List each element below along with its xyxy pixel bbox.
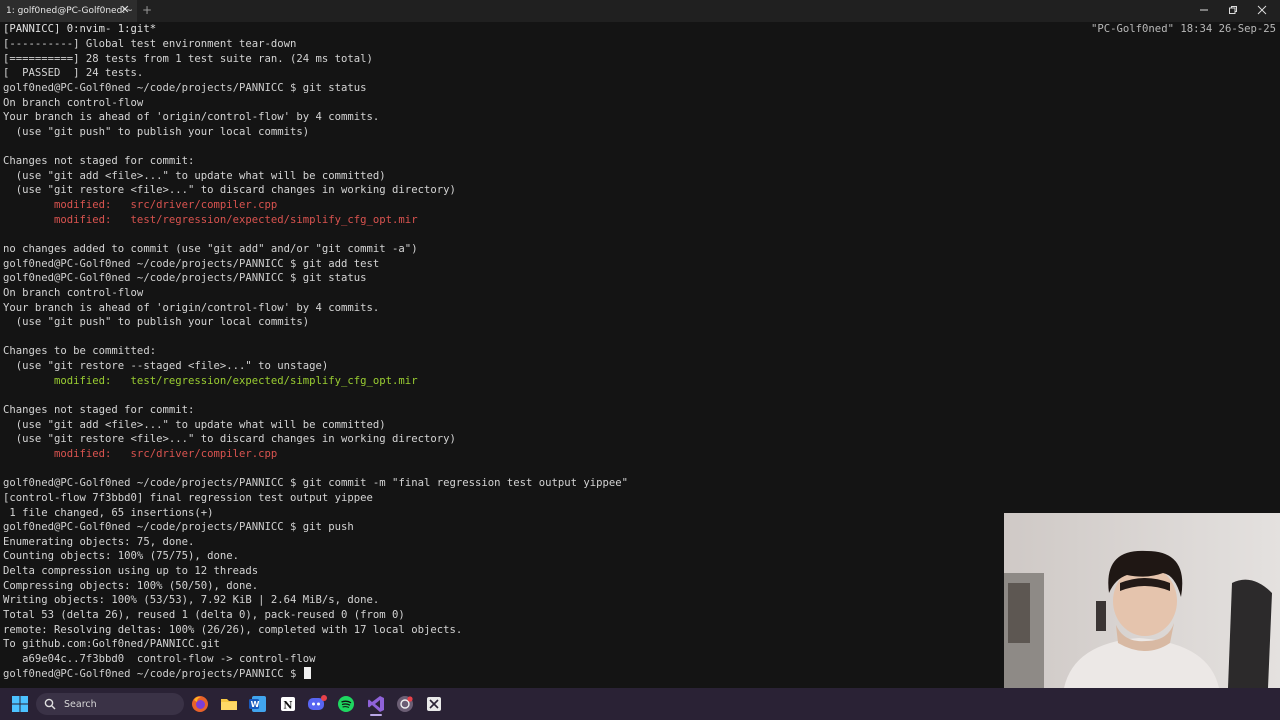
output-line: Changes not staged for commit: xyxy=(3,404,195,417)
shell-command: git add test xyxy=(296,257,380,270)
shell-command: git status xyxy=(296,272,367,285)
shell-command: git push xyxy=(296,521,354,534)
modified-file-line: modified: test/regression/expected/simpl… xyxy=(3,213,418,226)
terminal-output[interactable]: [----------] Global test environment tea… xyxy=(3,37,1003,681)
prompt-line: golf0ned@PC-Golf0ned ~/code/projects/PAN… xyxy=(3,666,1003,682)
shell-command: git status xyxy=(296,81,367,94)
search-icon xyxy=(44,698,56,710)
restore-icon[interactable] xyxy=(1219,2,1247,18)
prompt-line: golf0ned@PC-Golf0ned ~/code/projects/PAN… xyxy=(3,81,1003,96)
output-line: (use "git restore --staged <file>..." to… xyxy=(3,360,329,373)
spotify-icon[interactable] xyxy=(334,692,358,716)
shell-prompt: golf0ned@PC-Golf0ned ~/code/projects/PAN… xyxy=(3,477,297,490)
active-app-indicator xyxy=(370,714,382,716)
modified-file-line: modified: src/driver/compiler.cpp xyxy=(3,199,278,212)
window-titlebar: 1: golf0ned@PC-Golf0ned:~ ✕ + xyxy=(0,0,1280,22)
snipping-tool-icon[interactable] xyxy=(422,692,446,716)
discord-icon[interactable] xyxy=(305,692,329,716)
windows-start-icon[interactable] xyxy=(8,692,32,716)
output-line: (use "git restore <file>..." to discard … xyxy=(3,433,456,446)
close-window-icon[interactable] xyxy=(1248,2,1276,18)
output-line: 1 file changed, 65 insertions(+) xyxy=(3,506,214,519)
output-line: Total 53 (delta 26), reused 1 (delta 0),… xyxy=(3,608,405,621)
output-line: Your branch is ahead of 'origin/control-… xyxy=(3,111,380,124)
output-line: no changes added to commit (use "git add… xyxy=(3,242,418,255)
taskbar-search-box[interactable]: Search xyxy=(36,693,184,715)
prompt-line: golf0ned@PC-Golf0ned ~/code/projects/PAN… xyxy=(3,271,1003,286)
shell-prompt: golf0ned@PC-Golf0ned ~/code/projects/PAN… xyxy=(3,272,297,285)
webcam-image xyxy=(1004,513,1280,688)
output-line: Counting objects: 100% (75/75), done. xyxy=(3,550,239,563)
output-line: Compressing objects: 100% (50/50), done. xyxy=(3,579,259,592)
shell-command xyxy=(296,668,302,680)
output-line: (use "git add <file>..." to update what … xyxy=(3,169,386,182)
tab-title: 1: golf0ned@PC-Golf0ned:~ xyxy=(6,6,133,16)
file-explorer-icon[interactable] xyxy=(217,692,241,716)
git-icon[interactable] xyxy=(393,692,417,716)
modified-file-line: modified: test/regression/expected/simpl… xyxy=(3,374,418,387)
tmux-session-windows: [PANNICC] 0:nvim- 1:git* xyxy=(3,23,157,35)
output-line: [ PASSED ] 24 tests. xyxy=(3,67,144,80)
prompt-line: golf0ned@PC-Golf0ned ~/code/projects/PAN… xyxy=(3,476,1003,491)
tab-close-icon[interactable]: ✕ xyxy=(118,3,132,17)
output-line: (use "git restore <file>..." to discard … xyxy=(3,184,456,197)
notion-icon[interactable]: N xyxy=(276,692,300,716)
shell-prompt: golf0ned@PC-Golf0ned ~/code/projects/PAN… xyxy=(3,667,297,680)
output-line: [----------] Global test environment tea… xyxy=(3,38,297,50)
prompt-line: golf0ned@PC-Golf0ned ~/code/projects/PAN… xyxy=(3,520,1003,535)
new-tab-button[interactable]: + xyxy=(140,3,154,17)
output-line: On branch control-flow xyxy=(3,96,144,109)
output-line: Changes to be committed: xyxy=(3,345,157,358)
svg-text:W: W xyxy=(251,700,260,709)
shell-prompt: golf0ned@PC-Golf0ned ~/code/projects/PAN… xyxy=(3,257,297,270)
output-line: a69e04c..7f3bbd0 control-flow -> control… xyxy=(3,652,316,665)
shell-command: git commit -m "final regression test out… xyxy=(296,477,629,490)
output-line: On branch control-flow xyxy=(3,286,144,299)
output-line: Enumerating objects: 75, done. xyxy=(3,535,195,548)
shell-prompt: golf0ned@PC-Golf0ned ~/code/projects/PAN… xyxy=(3,521,297,534)
output-line: Delta compression using up to 12 threads xyxy=(3,565,259,578)
output-line: (use "git push" to publish your local co… xyxy=(3,125,310,138)
output-line: To github.com:Golf0ned/PANNICC.git xyxy=(3,638,220,651)
visual-studio-icon[interactable] xyxy=(364,692,388,716)
output-line: Changes not staged for commit: xyxy=(3,155,195,168)
terminal-tab[interactable]: 1: golf0ned@PC-Golf0ned:~ xyxy=(0,0,137,22)
output-line: [control-flow 7f3bbd0] final regression … xyxy=(3,491,373,504)
output-line: Writing objects: 100% (53/53), 7.92 KiB … xyxy=(3,594,380,607)
word-icon[interactable]: W xyxy=(246,692,270,716)
tmux-status-bar: [PANNICC] 0:nvim- 1:git* "PC-Golf0ned" 1… xyxy=(0,22,1280,37)
taskbar: Search W N xyxy=(0,688,1280,720)
prompt-line: golf0ned@PC-Golf0ned ~/code/projects/PAN… xyxy=(3,257,1003,272)
text-cursor xyxy=(303,666,311,679)
shell-prompt: golf0ned@PC-Golf0ned ~/code/projects/PAN… xyxy=(3,81,297,94)
output-line: Your branch is ahead of 'origin/control-… xyxy=(3,301,380,314)
search-label: Search xyxy=(64,698,97,710)
modified-file-line: modified: src/driver/compiler.cpp xyxy=(3,447,278,460)
svg-text:N: N xyxy=(283,701,292,712)
output-line: (use "git push" to publish your local co… xyxy=(3,316,310,329)
tmux-host-clock: "PC-Golf0ned" 18:34 26-Sep-25 xyxy=(1091,23,1276,35)
output-line: remote: Resolving deltas: 100% (26/26), … xyxy=(3,623,463,636)
webcam-overlay xyxy=(1004,513,1280,688)
output-line: (use "git add <file>..." to update what … xyxy=(3,418,386,431)
output-line: [==========] 28 tests from 1 test suite … xyxy=(3,52,373,65)
firefox-icon[interactable] xyxy=(188,692,212,716)
minimize-icon[interactable] xyxy=(1190,2,1218,18)
